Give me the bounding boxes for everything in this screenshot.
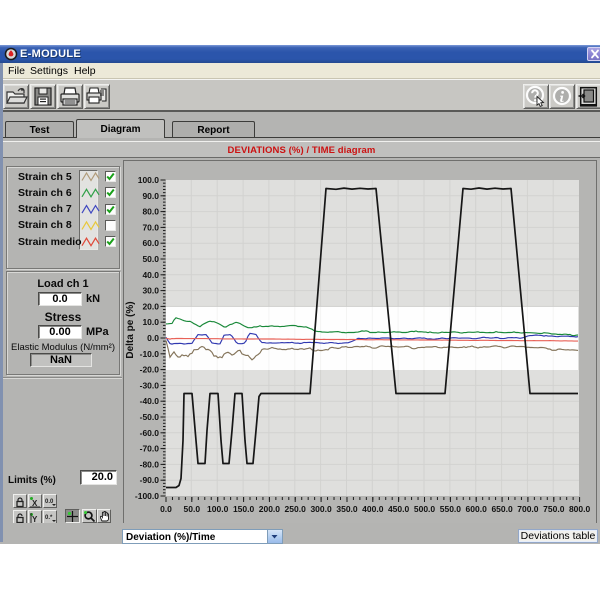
svg-text:-80.0: -80.0 [140, 459, 160, 469]
svg-text:20.0: 20.0 [142, 301, 159, 311]
svg-text:500.0: 500.0 [414, 504, 436, 514]
svg-text:50.0: 50.0 [142, 254, 159, 264]
svg-text:-90.0: -90.0 [140, 475, 160, 485]
svg-text:-100.0: -100.0 [135, 491, 159, 501]
svg-text:70.0: 70.0 [142, 222, 159, 232]
svg-text:60.0: 60.0 [142, 238, 159, 248]
svg-text:600.0: 600.0 [466, 504, 488, 514]
svg-text:100.0: 100.0 [207, 504, 229, 514]
svg-text:-50.0: -50.0 [140, 412, 160, 422]
svg-text:200.0: 200.0 [259, 504, 281, 514]
svg-text:0.0: 0.0 [160, 504, 172, 514]
svg-text:-70.0: -70.0 [140, 444, 160, 454]
svg-text:90.0: 90.0 [142, 191, 159, 201]
svg-text:550.0: 550.0 [440, 504, 462, 514]
svg-text:-40.0: -40.0 [140, 396, 160, 406]
svg-text:-30.0: -30.0 [140, 380, 160, 390]
svg-text:300.0: 300.0 [310, 504, 332, 514]
svg-text:-60.0: -60.0 [140, 428, 160, 438]
svg-text:350.0: 350.0 [336, 504, 358, 514]
svg-text:-10.0: -10.0 [140, 349, 160, 359]
svg-text:40.0: 40.0 [142, 270, 159, 280]
svg-text:250.0: 250.0 [285, 504, 307, 514]
svg-text:100.0: 100.0 [138, 175, 160, 185]
svg-text:400.0: 400.0 [362, 504, 384, 514]
svg-text:700.0: 700.0 [517, 504, 539, 514]
svg-text:Delta pe (%): Delta pe (%) [125, 301, 136, 358]
svg-text:30.0: 30.0 [142, 286, 159, 296]
svg-text:750.0: 750.0 [543, 504, 565, 514]
svg-text:0.0: 0.0 [147, 333, 159, 343]
svg-text:450.0: 450.0 [388, 504, 410, 514]
svg-text:800.0: 800.0 [569, 504, 591, 514]
svg-text:0.*: 0.* [45, 515, 53, 521]
svg-text:10.0: 10.0 [142, 317, 159, 327]
svg-text:650.0: 650.0 [491, 504, 513, 514]
svg-text:50.0: 50.0 [184, 504, 201, 514]
svg-text:-20.0: -20.0 [140, 365, 160, 375]
svg-text:150.0: 150.0 [233, 504, 255, 514]
svg-text:80.0: 80.0 [142, 207, 159, 217]
